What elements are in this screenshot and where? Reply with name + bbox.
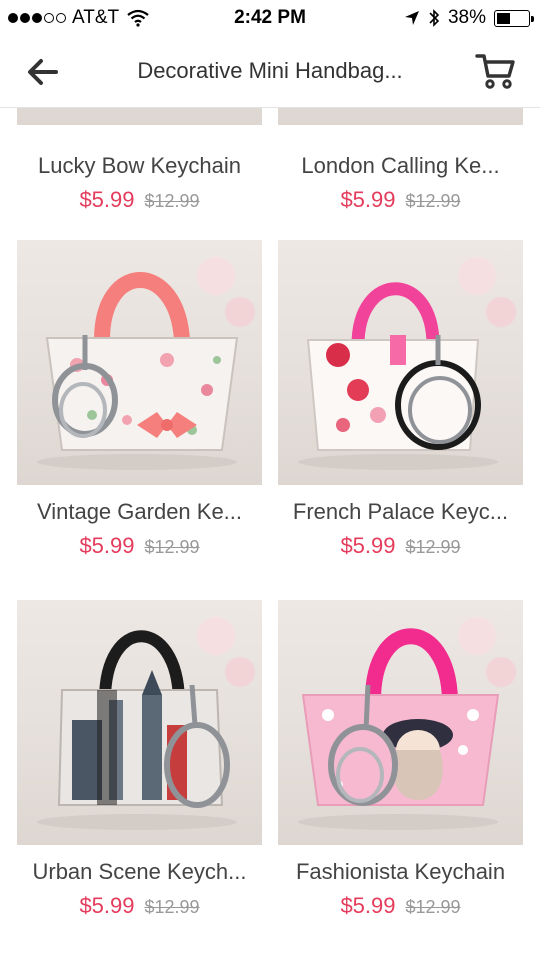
sale-price: $5.99 [79,533,135,558]
product-image[interactable] [17,240,262,485]
location-arrow-icon [404,11,419,25]
product-grid: Lucky Bow Keychain $5.99 $12.99 London Ca… [0,108,540,960]
sale-price: $5.99 [340,893,396,918]
product-image[interactable] [17,600,262,845]
sale-price: $5.99 [79,893,135,918]
product-name[interactable]: Vintage Garden Ke... [17,499,262,525]
product-image[interactable] [17,108,262,125]
floral-handbag-illustration [37,272,239,470]
product-card[interactable]: Urban Scene Keych... $5.99 $12.99 [17,600,262,919]
cart-button[interactable] [474,51,516,91]
nav-bar: Decorative Mini Handbag... [0,36,540,108]
battery-icon [494,9,534,27]
back-arrow-icon [28,59,58,85]
product-image[interactable] [278,108,523,125]
original-price: $12.99 [144,191,200,211]
product-prices: $5.99 $12.99 [17,533,262,559]
product-prices: $5.99 $12.99 [278,187,523,213]
bluetooth-icon [429,9,440,27]
palace-handbag-illustration [298,282,498,470]
product-image[interactable] [278,600,523,845]
product-name[interactable]: Lucky Bow Keychain [17,153,262,179]
product-card[interactable]: French Palace Keyc... $5.99 $12.99 [278,240,523,559]
product-card[interactable]: Lucky Bow Keychain $5.99 $12.99 [17,108,262,213]
back-button[interactable] [24,54,60,90]
original-price: $12.99 [144,897,200,917]
original-price: $12.99 [405,537,461,557]
product-prices: $5.99 $12.99 [17,187,262,213]
status-bar: AT&T 2:42 PM 38% [0,0,540,36]
product-image[interactable] [278,240,523,485]
product-name[interactable]: London Calling Ke... [278,153,523,179]
sale-price: $5.99 [79,187,135,212]
original-price: $12.99 [405,191,461,211]
sale-price: $5.99 [340,187,396,212]
product-name[interactable]: Fashionista Keychain [278,859,523,885]
original-price: $12.99 [144,537,200,557]
urban-scene-handbag-illustration [37,630,237,830]
product-card[interactable]: London Calling Ke... $5.99 $12.99 [278,108,523,213]
sale-price: $5.99 [340,533,396,558]
status-right: 38% [404,7,534,29]
product-card[interactable]: Fashionista Keychain $5.99 $12.99 [278,600,523,919]
page-title: Decorative Mini Handbag... [137,58,403,83]
product-prices: $5.99 $12.99 [17,893,262,919]
product-name[interactable]: French Palace Keyc... [278,499,523,525]
product-name[interactable]: Urban Scene Keych... [17,859,262,885]
fashionista-handbag-illustration [298,628,500,830]
product-card[interactable]: Vintage Garden Ke... $5.99 $12.99 [17,240,262,559]
original-price: $12.99 [405,897,461,917]
battery-percent: 38% [447,7,486,28]
shopping-cart-icon [475,54,515,89]
product-prices: $5.99 $12.99 [278,893,523,919]
product-prices: $5.99 $12.99 [278,533,523,559]
